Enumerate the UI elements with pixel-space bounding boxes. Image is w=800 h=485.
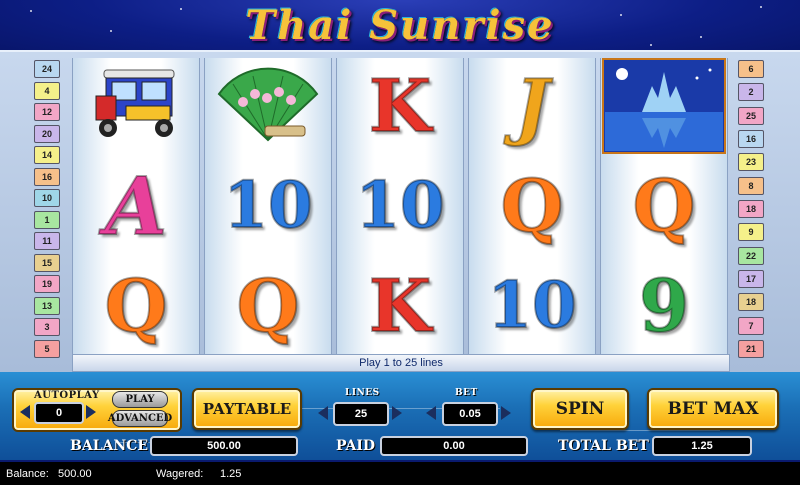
lines-increase-arrow-icon[interactable] — [392, 406, 402, 420]
tuk-tuk-icon — [73, 58, 199, 154]
symbol-glyph: Q — [500, 163, 565, 248]
symbol-a: A — [73, 158, 199, 254]
bet-increase-arrow-icon[interactable] — [501, 406, 511, 420]
lines-label: LINES — [345, 388, 380, 398]
bet-decrease-arrow-icon[interactable] — [426, 406, 436, 420]
symbol-glyph: Q — [236, 263, 301, 348]
symbol-k: K — [337, 258, 463, 354]
autoplay-increase-arrow-icon[interactable] — [86, 405, 96, 419]
total-bet-value: 1.25 — [652, 436, 752, 456]
autoplay-play-button[interactable]: PLAY — [112, 391, 168, 408]
advanced-button[interactable]: ADVANCED — [108, 410, 172, 427]
symbol-glyph: 10 — [486, 268, 577, 343]
payline-indicators-right: 6 2 25 16 23 8 18 9 22 17 18 7 21 — [738, 60, 764, 358]
symbol-q: Q — [73, 258, 199, 354]
paid-value: 0.00 — [380, 436, 528, 456]
payline-indicator-right: 7 — [738, 316, 764, 335]
bet-value: 0.05 — [442, 402, 498, 426]
symbol-j: J — [469, 58, 595, 154]
game-title-logo: Thai Sunrise — [245, 2, 555, 49]
autoplay-count: 0 — [34, 402, 84, 424]
payline-indicator-right: 22 — [738, 246, 764, 265]
payline-indicator-left: 4 — [34, 81, 60, 100]
payline-indicator-right: 2 — [738, 83, 764, 102]
payline-indicator-left: 20 — [34, 124, 60, 143]
payline-indicator-right: 6 — [738, 60, 764, 78]
status-wagered-value: 1.25 — [220, 468, 242, 480]
message-bar: Play 1 to 25 lines — [72, 354, 730, 372]
payline-indicator-right: 23 — [738, 153, 764, 172]
payline-indicator-right: 17 — [738, 269, 764, 288]
symbol-q: Q — [601, 158, 727, 254]
symbol-10: 10 — [205, 158, 331, 254]
payline-indicator-right: 21 — [738, 339, 764, 358]
payline-indicator-right: 9 — [738, 223, 764, 242]
payline-indicator-left: 13 — [34, 296, 60, 315]
payline-indicator-right: 18 — [738, 199, 764, 218]
symbol-glyph: 9 — [638, 263, 690, 348]
total-bet-label: TOTAL BET — [558, 438, 649, 454]
payline-indicator-left: 11 — [34, 232, 60, 251]
payline-indicator-left: 19 — [34, 275, 60, 294]
bet-max-button[interactable]: BET MAX — [647, 388, 779, 430]
symbol-glyph: K — [368, 263, 433, 348]
symbol-glyph: Q — [632, 163, 697, 248]
payline-indicator-right: 18 — [738, 293, 764, 312]
payline-indicator-right: 16 — [738, 129, 764, 148]
paid-label: PAID — [336, 438, 376, 454]
symbol-glyph: A — [104, 159, 168, 253]
reel-1: AQ — [72, 58, 200, 354]
reel-5: Q9 — [600, 58, 728, 354]
payline-indicator-left: 1 — [34, 210, 60, 229]
symbol-10: 10 — [469, 258, 595, 354]
symbol-glyph: Q — [104, 263, 169, 348]
symbol-q: Q — [205, 258, 331, 354]
status-balance-value: 500.00 — [58, 468, 92, 480]
spin-button[interactable]: SPIN — [531, 388, 629, 430]
autoplay-label: AUTOPLAY — [34, 390, 100, 401]
reel-area: A Q 10 Q K 10 K J Q 10 Q 9 — [72, 58, 728, 354]
payline-indicator-right: 8 — [738, 176, 764, 195]
symbol-glyph: K — [368, 63, 433, 148]
balance-value: 500.00 — [150, 436, 298, 456]
balance-label: BALANCE — [70, 438, 149, 454]
paytable-button[interactable]: PAYTABLE — [192, 388, 302, 430]
payline-indicator-left: 12 — [34, 103, 60, 122]
lines-value: 25 — [333, 402, 389, 426]
symbol-9: 9 — [601, 258, 727, 354]
symbol-glyph: 10 — [354, 168, 445, 243]
payline-indicator-left: 5 — [34, 339, 60, 358]
reel-4: J Q 10 — [468, 58, 596, 354]
reel-3: K 10 K — [336, 58, 464, 354]
payline-indicator-left: 15 — [34, 253, 60, 272]
lines-decrease-arrow-icon[interactable] — [318, 406, 328, 420]
symbol-10: 10 — [337, 158, 463, 254]
status-bar: Balance: 500.00 Wagered: 1.25 — [0, 462, 800, 485]
payline-indicator-right: 25 — [738, 106, 764, 125]
payline-indicator-left: 14 — [34, 146, 60, 165]
symbol-k: K — [337, 58, 463, 154]
symbol-glyph: J — [514, 63, 550, 148]
payline-indicator-left: 24 — [34, 60, 60, 78]
bet-label: BET — [455, 388, 478, 398]
payline-indicator-left: 16 — [34, 167, 60, 186]
status-wagered-label: Wagered: — [156, 468, 204, 480]
temple-scene-icon — [601, 58, 727, 154]
payline-indicator-left: 3 — [34, 318, 60, 337]
fan-icon — [205, 58, 331, 154]
payline-indicators-left: 24 4 12 20 14 16 10 1 11 15 19 13 3 5 — [34, 60, 60, 358]
status-balance-label: Balance: — [6, 468, 49, 480]
payline-indicator-left: 10 — [34, 189, 60, 208]
symbol-q: Q — [469, 158, 595, 254]
symbol-glyph: 10 — [222, 168, 313, 243]
autoplay-decrease-arrow-icon[interactable] — [20, 405, 30, 419]
reel-2: 10 Q — [204, 58, 332, 354]
